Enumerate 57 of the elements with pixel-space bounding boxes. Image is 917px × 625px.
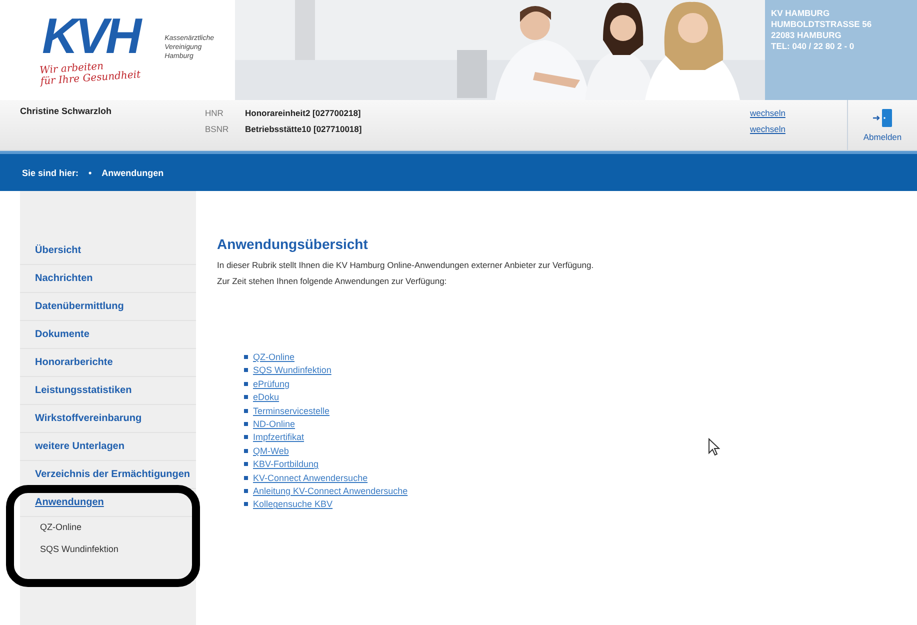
nav-item[interactable]: Honorarberichte bbox=[20, 349, 196, 377]
field-value: Betriebsstätte10 [027710018] bbox=[245, 124, 363, 134]
application-link[interactable]: eDoku bbox=[253, 392, 280, 402]
address-line: HUMBOLDTSTRASSE 56 bbox=[771, 19, 873, 29]
application-link[interactable]: ePrüfung bbox=[253, 378, 290, 389]
nav-item[interactable]: Nachrichten bbox=[20, 265, 196, 293]
intro-text: Zur Zeit stehen Ihnen folgende Anwendungen zur Verfügung: bbox=[217, 276, 448, 286]
breadcrumb-label: Sie sind hier: bbox=[22, 168, 79, 178]
nav-item[interactable]: Leistungsstatistiken bbox=[20, 377, 196, 405]
mouse-pointer-icon bbox=[708, 438, 720, 456]
field-value: Honorareinheit2 [027700218] bbox=[245, 108, 362, 118]
application-link[interactable]: KBV-Fortbildung bbox=[253, 459, 319, 470]
bullet-icon bbox=[244, 502, 248, 506]
application-link[interactable]: ND-Online bbox=[253, 418, 296, 429]
application-link[interactable]: QM-Web bbox=[253, 446, 289, 456]
user-name: Christine Schwarzloh bbox=[19, 105, 113, 118]
nav-item[interactable]: weitere Unterlagen bbox=[20, 433, 196, 461]
bullet-icon bbox=[244, 448, 248, 453]
application-link[interactable]: SQS Wundinfektion bbox=[253, 365, 332, 376]
bullet-icon bbox=[244, 382, 248, 386]
address-line: TEL: 040 / 22 80 2 - 0 bbox=[771, 41, 856, 51]
nav-item[interactable]: Dokumente bbox=[20, 321, 196, 349]
field-label: BSNR bbox=[205, 124, 230, 134]
bullet-icon bbox=[244, 422, 248, 426]
field-label: HNR bbox=[205, 108, 224, 118]
bullet-icon bbox=[244, 395, 248, 400]
application-link[interactable]: KV-Connect Anwendersuche bbox=[253, 472, 368, 483]
bullet-icon bbox=[244, 476, 248, 480]
change-link[interactable]: wechseln bbox=[750, 108, 786, 118]
nav-item[interactable]: Wirkstoffvereinbarung bbox=[20, 405, 196, 433]
nav-item[interactable]: Anwendungen bbox=[20, 489, 196, 517]
logout-button[interactable]: Abmelden bbox=[847, 100, 917, 150]
breadcrumb-bullet: • bbox=[88, 168, 92, 178]
nav-item[interactable]: Verzeichnis der Ermächtigungen bbox=[20, 461, 196, 489]
bullet-icon bbox=[244, 435, 248, 440]
address-line: KV HAMBURG bbox=[771, 8, 831, 18]
logo-mark: KVH bbox=[41, 10, 142, 62]
page-title: Anwendungsübersicht bbox=[217, 236, 369, 252]
bullet-icon bbox=[244, 408, 248, 413]
sub-nav-item[interactable]: SQS Wundinfektion bbox=[20, 539, 196, 561]
sub-nav-item[interactable]: QZ-Online bbox=[20, 517, 196, 539]
application-link[interactable]: Terminservicestelle bbox=[253, 406, 330, 416]
bullet-icon bbox=[244, 488, 248, 493]
address-line: 22083 HAMBURG bbox=[771, 30, 842, 40]
application-link[interactable]: Impfzertifikat bbox=[253, 432, 304, 442]
bullet-icon bbox=[244, 368, 248, 372]
application-link[interactable]: QZ-Online bbox=[253, 352, 295, 362]
nav-item[interactable]: Datenübermittlung bbox=[20, 293, 196, 321]
change-link[interactable]: wechseln bbox=[750, 124, 786, 134]
application-link[interactable]: Anleitung KV-Connect Anwendersuche bbox=[253, 486, 408, 496]
exit-door-icon bbox=[872, 108, 894, 128]
bullet-icon bbox=[244, 355, 248, 359]
intro-text: In dieser Rubrik stellt Ihnen die KV Hamburg Online-Anwendungen externer Anbieter zur Verfügung. bbox=[217, 260, 595, 270]
application-link[interactable]: Kollegensuche KBV bbox=[253, 499, 333, 510]
bullet-icon bbox=[244, 462, 248, 466]
nav-item[interactable]: Übersicht bbox=[20, 237, 196, 265]
breadcrumb-link[interactable]: Anwendungen bbox=[102, 168, 164, 178]
